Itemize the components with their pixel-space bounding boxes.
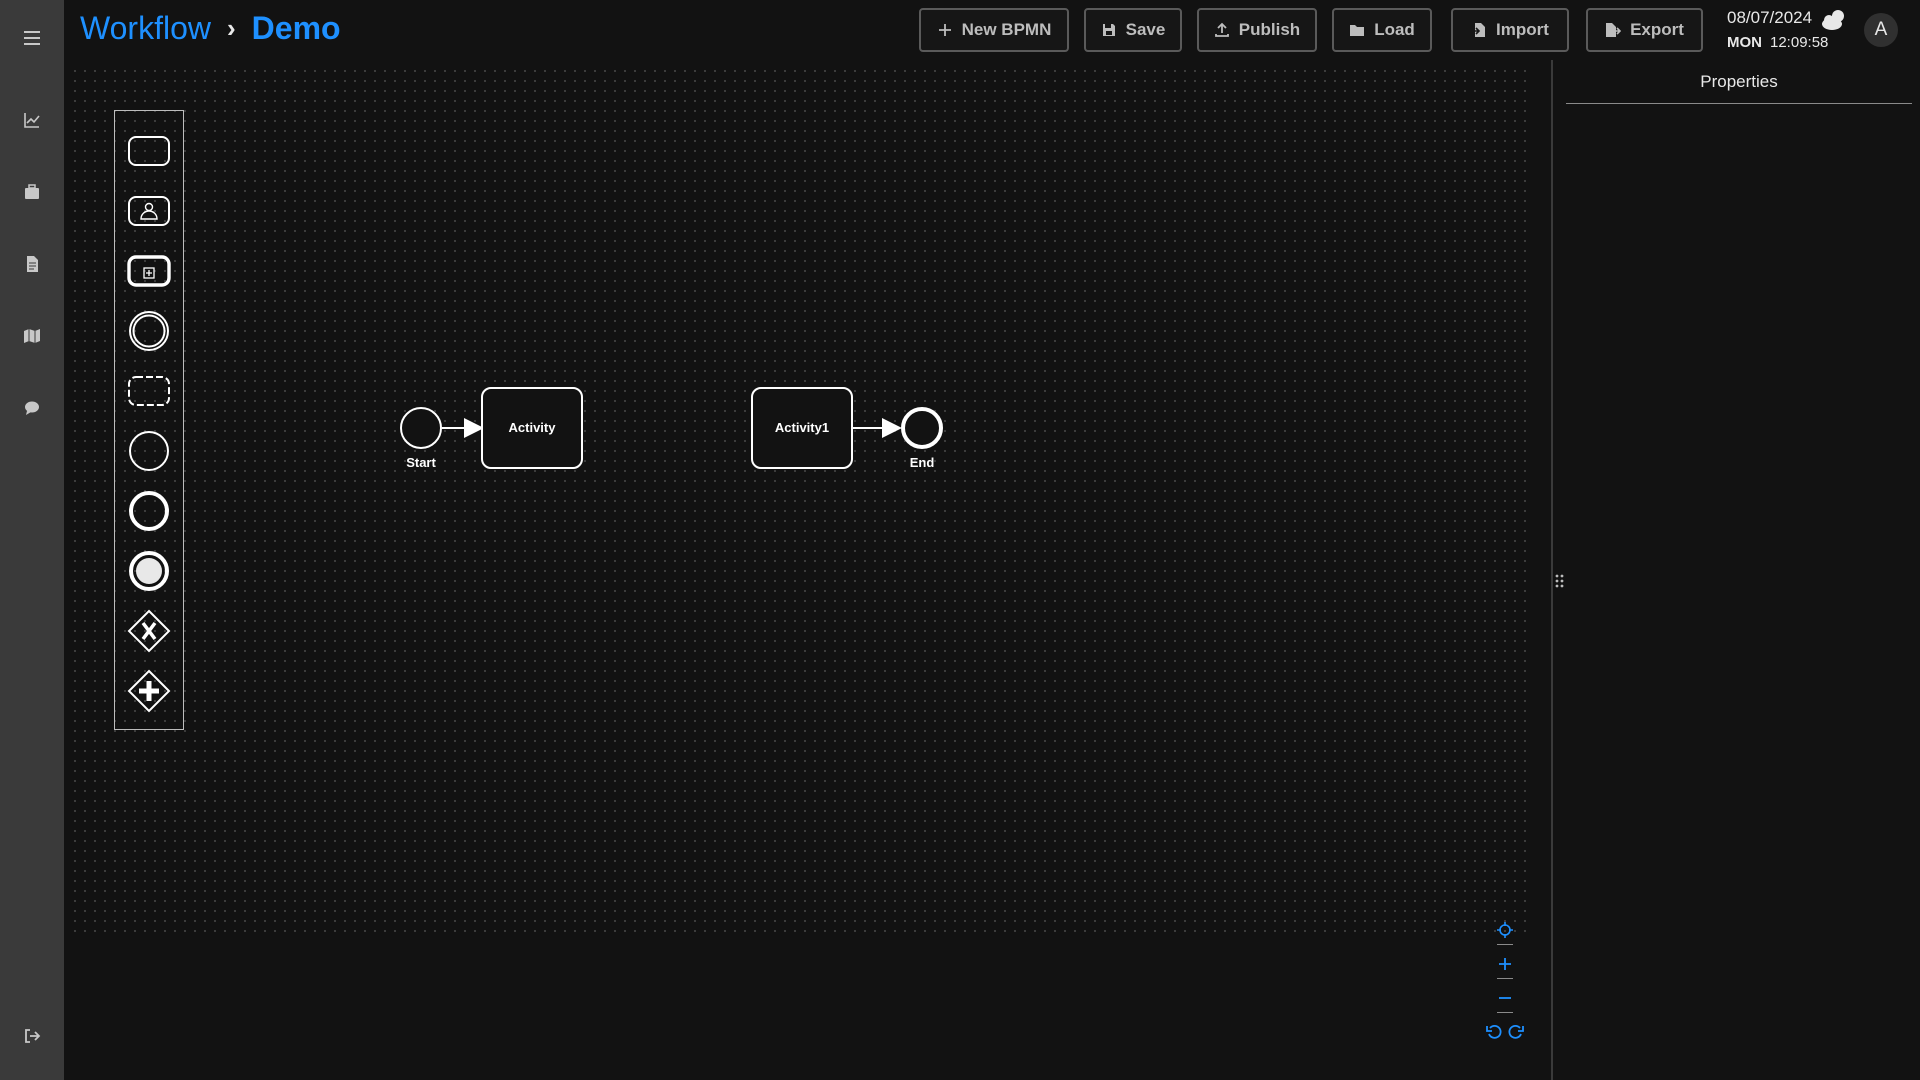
- top-bar: Workflow › Demo New BPMN Save Publish Lo…: [64, 0, 1920, 62]
- zoom-out-button[interactable]: [1480, 986, 1530, 1010]
- bpmn-canvas[interactable]: [64, 62, 1552, 1080]
- avatar[interactable]: A: [1864, 13, 1898, 47]
- folder-icon: [1350, 25, 1365, 36]
- document-icon: [27, 256, 38, 272]
- import-label: Import: [1496, 20, 1549, 39]
- undo-redo-group: [1480, 1020, 1530, 1044]
- zoom-separator: [1497, 944, 1513, 945]
- user-task-icon[interactable]: [127, 189, 171, 233]
- export-label: Export: [1630, 20, 1684, 39]
- date-text: 08/07/2024: [1727, 8, 1813, 27]
- exclusive-gateway-icon[interactable]: [127, 609, 171, 653]
- weekday-text: MON: [1727, 34, 1762, 51]
- drag-handle-icon[interactable]: [1552, 572, 1568, 590]
- sidebar-item-chat[interactable]: [0, 388, 64, 428]
- activity1-task-node[interactable]: Activity1: [751, 387, 853, 469]
- sidebar-item-analytics[interactable]: [0, 100, 64, 140]
- new-bpmn-label: New BPMN: [961, 20, 1052, 39]
- end-event-label: End: [910, 455, 935, 470]
- import-button[interactable]: Import: [1451, 8, 1569, 52]
- end-event-icon[interactable]: [127, 489, 171, 533]
- subprocess-icon[interactable]: [127, 249, 171, 293]
- element-palette: [114, 110, 184, 730]
- zoom-separator: [1497, 978, 1513, 979]
- start-event-icon[interactable]: [127, 429, 171, 473]
- task-icon[interactable]: [127, 129, 171, 173]
- properties-panel: Properties: [1566, 60, 1912, 104]
- line-chart-icon: [24, 113, 40, 128]
- zoom-separator: [1497, 1012, 1513, 1013]
- load-label: Load: [1374, 20, 1415, 39]
- sidebar-item-portfolio[interactable]: [0, 172, 64, 212]
- plus-icon: [1499, 958, 1511, 970]
- breadcrumb-current: Demo: [251, 10, 341, 46]
- breadcrumb: Workflow › Demo: [80, 10, 341, 47]
- terminate-event-icon[interactable]: [127, 549, 171, 593]
- sidebar-item-map[interactable]: [0, 316, 64, 356]
- start-event-label: Start: [406, 455, 436, 470]
- export-button[interactable]: Export: [1586, 8, 1703, 52]
- minus-icon: [1499, 997, 1511, 999]
- logout-icon: [25, 1029, 41, 1043]
- left-sidebar: [0, 0, 64, 1080]
- briefcase-icon: [25, 184, 39, 199]
- new-bpmn-button[interactable]: New BPMN: [919, 8, 1069, 52]
- time-text: 12:09:58: [1770, 34, 1829, 51]
- panel-divider: [1551, 60, 1553, 1080]
- redo-icon[interactable]: [1508, 1024, 1524, 1040]
- map-icon: [24, 329, 40, 343]
- save-button[interactable]: Save: [1084, 8, 1182, 52]
- publish-button[interactable]: Publish: [1197, 8, 1317, 52]
- undo-icon[interactable]: [1486, 1024, 1502, 1040]
- datetime: 08/07/2024 MON 12:09:58: [1727, 8, 1828, 51]
- chat-bubble-icon: [25, 401, 39, 415]
- activity1-task-label: Activity1: [775, 420, 829, 435]
- load-button[interactable]: Load: [1332, 8, 1432, 52]
- upload-icon: [1214, 22, 1229, 37]
- activity-task-node[interactable]: Activity: [481, 387, 583, 469]
- canvas-grid: [70, 66, 1530, 932]
- breadcrumb-root[interactable]: Workflow: [80, 10, 211, 47]
- menu-button[interactable]: [0, 18, 64, 58]
- floppy-icon: [1102, 24, 1115, 36]
- publish-label: Publish: [1238, 20, 1301, 39]
- logout-button[interactable]: [0, 1016, 64, 1056]
- breadcrumb-separator: ›: [226, 13, 236, 43]
- group-icon[interactable]: [127, 369, 171, 413]
- crosshair-icon: [1497, 922, 1513, 938]
- cloud-sun-icon: [1822, 10, 1844, 30]
- fit-view-button[interactable]: [1480, 918, 1530, 942]
- file-import-icon: [1472, 23, 1486, 37]
- sidebar-item-documents[interactable]: [0, 244, 64, 284]
- plus-icon: [938, 24, 951, 36]
- save-label: Save: [1125, 20, 1166, 39]
- file-export-icon: [1606, 23, 1622, 37]
- hamburger-menu-icon: [24, 31, 40, 45]
- properties-title: Properties: [1566, 60, 1912, 104]
- start-event-node[interactable]: Start: [400, 407, 442, 470]
- activity-task-label: Activity: [509, 420, 557, 435]
- parallel-gateway-icon[interactable]: [127, 669, 171, 713]
- zoom-in-button[interactable]: [1480, 952, 1530, 976]
- intermediate-event-icon[interactable]: [127, 309, 171, 353]
